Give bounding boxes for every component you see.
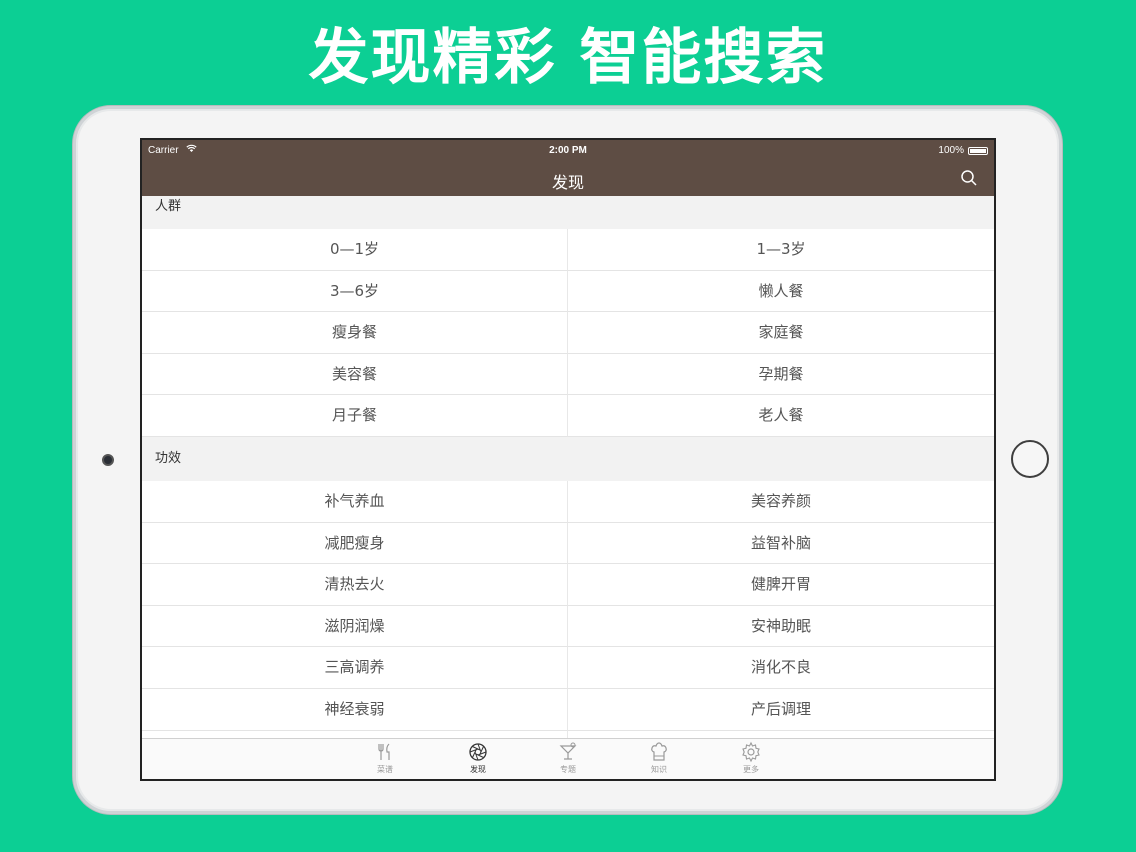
aperture-icon: [453, 741, 503, 763]
gear-icon: [726, 741, 776, 763]
category-cell[interactable]: 美容养颜: [568, 480, 994, 523]
nav-bar: 发现: [142, 162, 994, 196]
search-icon[interactable]: [960, 169, 978, 187]
tab-label: 知识: [651, 765, 667, 774]
tab-recipes[interactable]: 菜谱: [360, 741, 410, 775]
category-cell[interactable]: 懒人餐: [568, 270, 994, 313]
tab-more[interactable]: 更多: [726, 741, 776, 775]
crowd-grid: 0—1岁 1—3岁 3—6岁 懒人餐 瘦身餐 家庭餐 美容餐 孕期餐 月子餐 老…: [142, 229, 994, 437]
page-title: 发现: [551, 173, 584, 192]
tab-topics[interactable]: 专题: [543, 741, 593, 775]
promo-headline: 发现精彩 智能搜索: [308, 23, 828, 93]
category-cell[interactable]: 神经衰弱: [142, 688, 568, 731]
tab-knowledge[interactable]: 知识: [634, 741, 684, 775]
tab-bar: 菜谱 发现 专题 知识 更多: [142, 738, 994, 779]
effect-grid: 补气养血 美容养颜 减肥瘦身 益智补脑 清热去火 健脾开胃 滋阴润燥 安神助眠 …: [142, 480, 994, 738]
category-cell[interactable]: 月子餐: [142, 395, 568, 437]
category-cell[interactable]: 瘦身餐: [142, 312, 568, 354]
tab-label: 更多: [743, 765, 759, 774]
tab-label: 菜谱: [377, 765, 393, 774]
category-cell[interactable]: 滋阴润燥: [142, 605, 568, 648]
ipad-camera: [102, 454, 114, 466]
app-screen: Carrier 2:00 PM 100% 发现 人群 0—1岁 1—3岁 3—6…: [140, 138, 996, 781]
category-cell[interactable]: 减肥瘦身: [142, 522, 568, 565]
battery-percent: 100%: [938, 145, 964, 156]
cocktail-icon: [543, 741, 593, 763]
status-time: 2:00 PM: [549, 145, 587, 156]
category-cell[interactable]: 安神助眠: [568, 605, 994, 648]
category-cell[interactable]: 老人餐: [568, 395, 994, 437]
chef-hat-icon: [634, 741, 684, 763]
category-cell[interactable]: 3—6岁: [142, 270, 568, 313]
category-cell[interactable]: 健脾开胃: [568, 564, 994, 606]
status-bar: Carrier 2:00 PM 100%: [142, 140, 994, 162]
category-cell[interactable]: 消化不良: [568, 647, 994, 689]
category-cell[interactable]: 美容餐: [142, 353, 568, 396]
ipad-home-button[interactable]: [1011, 440, 1049, 478]
category-cell[interactable]: [142, 730, 568, 738]
category-cell[interactable]: 孕期餐: [568, 353, 994, 396]
tab-label: 发现: [470, 765, 486, 774]
utensils-icon: [360, 741, 410, 763]
section-header-effect: 功效: [142, 436, 994, 481]
discover-list[interactable]: 人群 0—1岁 1—3岁 3—6岁 懒人餐 瘦身餐 家庭餐 美容餐 孕期餐 月子…: [142, 196, 994, 738]
category-cell[interactable]: 补气养血: [142, 480, 568, 523]
category-cell[interactable]: 益智补脑: [568, 522, 994, 565]
category-cell[interactable]: 1—3岁: [568, 229, 994, 271]
category-cell[interactable]: 清热去火: [142, 564, 568, 606]
category-cell[interactable]: [568, 730, 994, 738]
tab-discover[interactable]: 发现: [453, 741, 503, 775]
category-cell[interactable]: 家庭餐: [568, 312, 994, 354]
section-header-crowd: 人群: [142, 196, 994, 229]
tab-label: 专题: [560, 765, 576, 774]
category-cell[interactable]: 三高调养: [142, 647, 568, 689]
category-cell[interactable]: 0—1岁: [142, 229, 568, 271]
category-cell[interactable]: 产后调理: [568, 688, 994, 731]
battery-icon: [968, 147, 988, 155]
